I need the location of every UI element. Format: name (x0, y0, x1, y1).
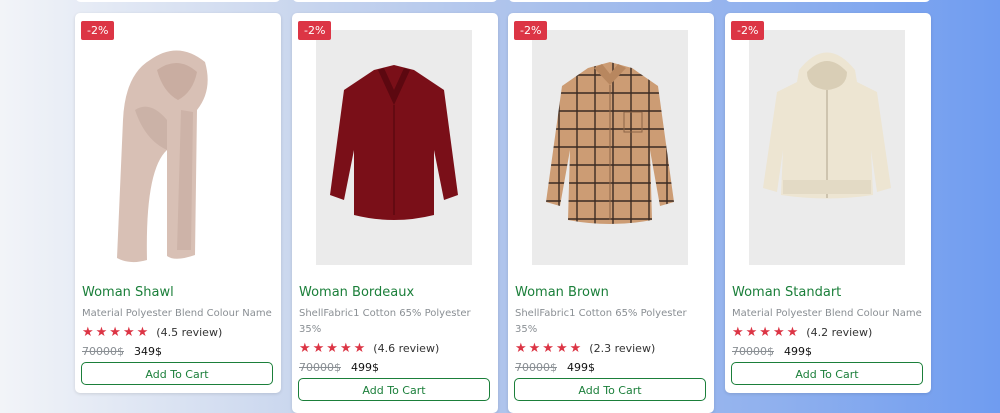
discount-badge: -2% (514, 21, 548, 40)
current-price: 499$ (784, 345, 812, 358)
plaid-shirt-image[interactable] (532, 30, 688, 265)
rating-stars-icon: ★★★★★ (732, 325, 801, 340)
product-title[interactable]: Woman Bordeaux (299, 285, 414, 300)
product-card[interactable]: -2% Woman Shawl Material Polyester Blend… (75, 13, 281, 393)
product-title[interactable]: Woman Shawl (82, 285, 174, 300)
product-card[interactable]: -2% Woman Standart Material Polyester Bl… (725, 13, 931, 393)
add-to-cart-button[interactable]: Add To Cart (514, 378, 706, 401)
old-price: 70000$ (732, 345, 774, 358)
old-price: 70000$ (82, 345, 124, 358)
rating-stars-icon: ★★★★★ (82, 325, 151, 340)
product-description: ShellFabric1 Cotton 65% Polyester 35% (515, 308, 687, 335)
scarf-image[interactable] (75, 30, 281, 265)
previous-card-edge (725, 0, 931, 2)
rating-stars-icon: ★★★★★ (299, 341, 368, 356)
product-prices: 70000$ 499$ (299, 361, 379, 374)
hoodie-image[interactable] (749, 30, 905, 265)
add-to-cart-button[interactable]: Add To Cart (81, 362, 273, 385)
product-rating: ★★★★★ (4.2 review) (732, 325, 872, 340)
add-to-cart-button[interactable]: Add To Cart (731, 362, 923, 385)
product-description: Material Polyester Blend Colour Name (732, 308, 922, 319)
previous-card-edge (508, 0, 714, 2)
product-card[interactable]: -2% Woman Bordeaux ShellFabric1 Cotton 6… (292, 13, 498, 413)
rating-stars-icon: ★★★★★ (515, 341, 584, 356)
product-card[interactable]: -2% Woman Brown ShellFabric1 Cotton 65% … (508, 13, 714, 413)
current-price: 499$ (567, 361, 595, 374)
product-prices: 70000$ 349$ (82, 345, 162, 358)
discount-badge: -2% (81, 21, 115, 40)
discount-badge: -2% (298, 21, 332, 40)
product-prices: 70000$ 499$ (515, 361, 595, 374)
product-rating: ★★★★★ (4.6 review) (299, 341, 439, 356)
add-to-cart-button[interactable]: Add To Cart (298, 378, 490, 401)
old-price: 70000$ (515, 361, 557, 374)
current-price: 499$ (351, 361, 379, 374)
review-count: (4.6 review) (373, 342, 440, 355)
review-count: (2.3 review) (589, 342, 656, 355)
product-title[interactable]: Woman Standart (732, 285, 841, 300)
product-title[interactable]: Woman Brown (515, 285, 609, 300)
old-price: 70000$ (299, 361, 341, 374)
product-rating: ★★★★★ (2.3 review) (515, 341, 655, 356)
discount-badge: -2% (731, 21, 765, 40)
review-count: (4.5 review) (156, 326, 223, 339)
current-price: 349$ (134, 345, 162, 358)
product-description: Material Polyester Blend Colour Name (82, 308, 272, 319)
previous-card-edge (75, 0, 281, 2)
shirt-image[interactable] (316, 30, 472, 265)
previous-card-edge (292, 0, 498, 2)
product-rating: ★★★★★ (4.5 review) (82, 325, 222, 340)
review-count: (4.2 review) (806, 326, 873, 339)
product-description: ShellFabric1 Cotton 65% Polyester 35% (299, 308, 471, 335)
product-prices: 70000$ 499$ (732, 345, 812, 358)
